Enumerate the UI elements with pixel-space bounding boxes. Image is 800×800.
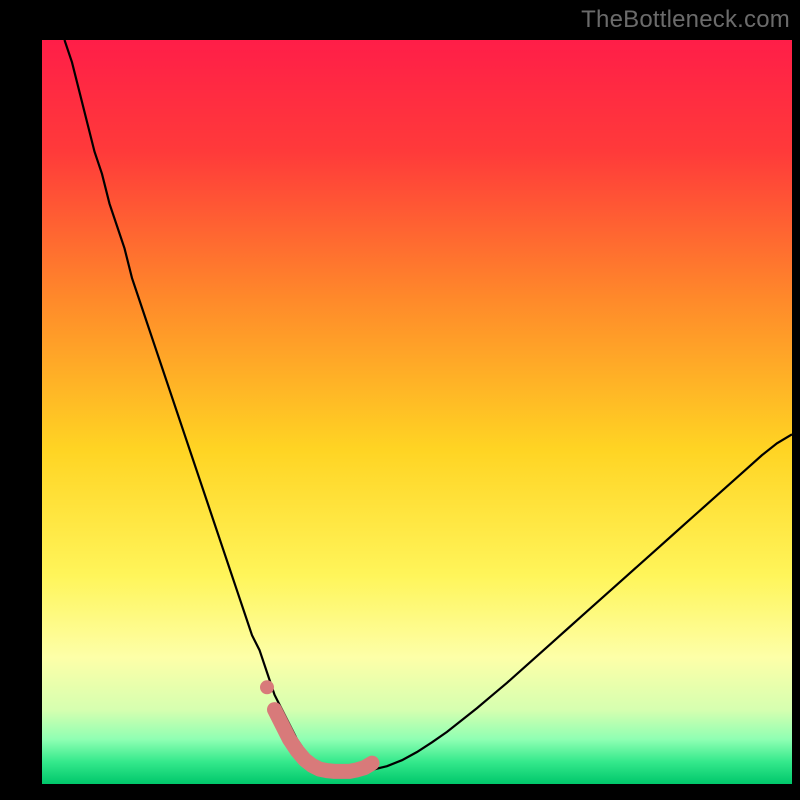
watermark-text: TheBottleneck.com xyxy=(581,6,790,34)
outer-frame: TheBottleneck.com xyxy=(0,0,800,800)
chart-background xyxy=(42,40,792,784)
bottleneck-chart xyxy=(42,40,792,784)
highlight-dot xyxy=(260,680,274,694)
